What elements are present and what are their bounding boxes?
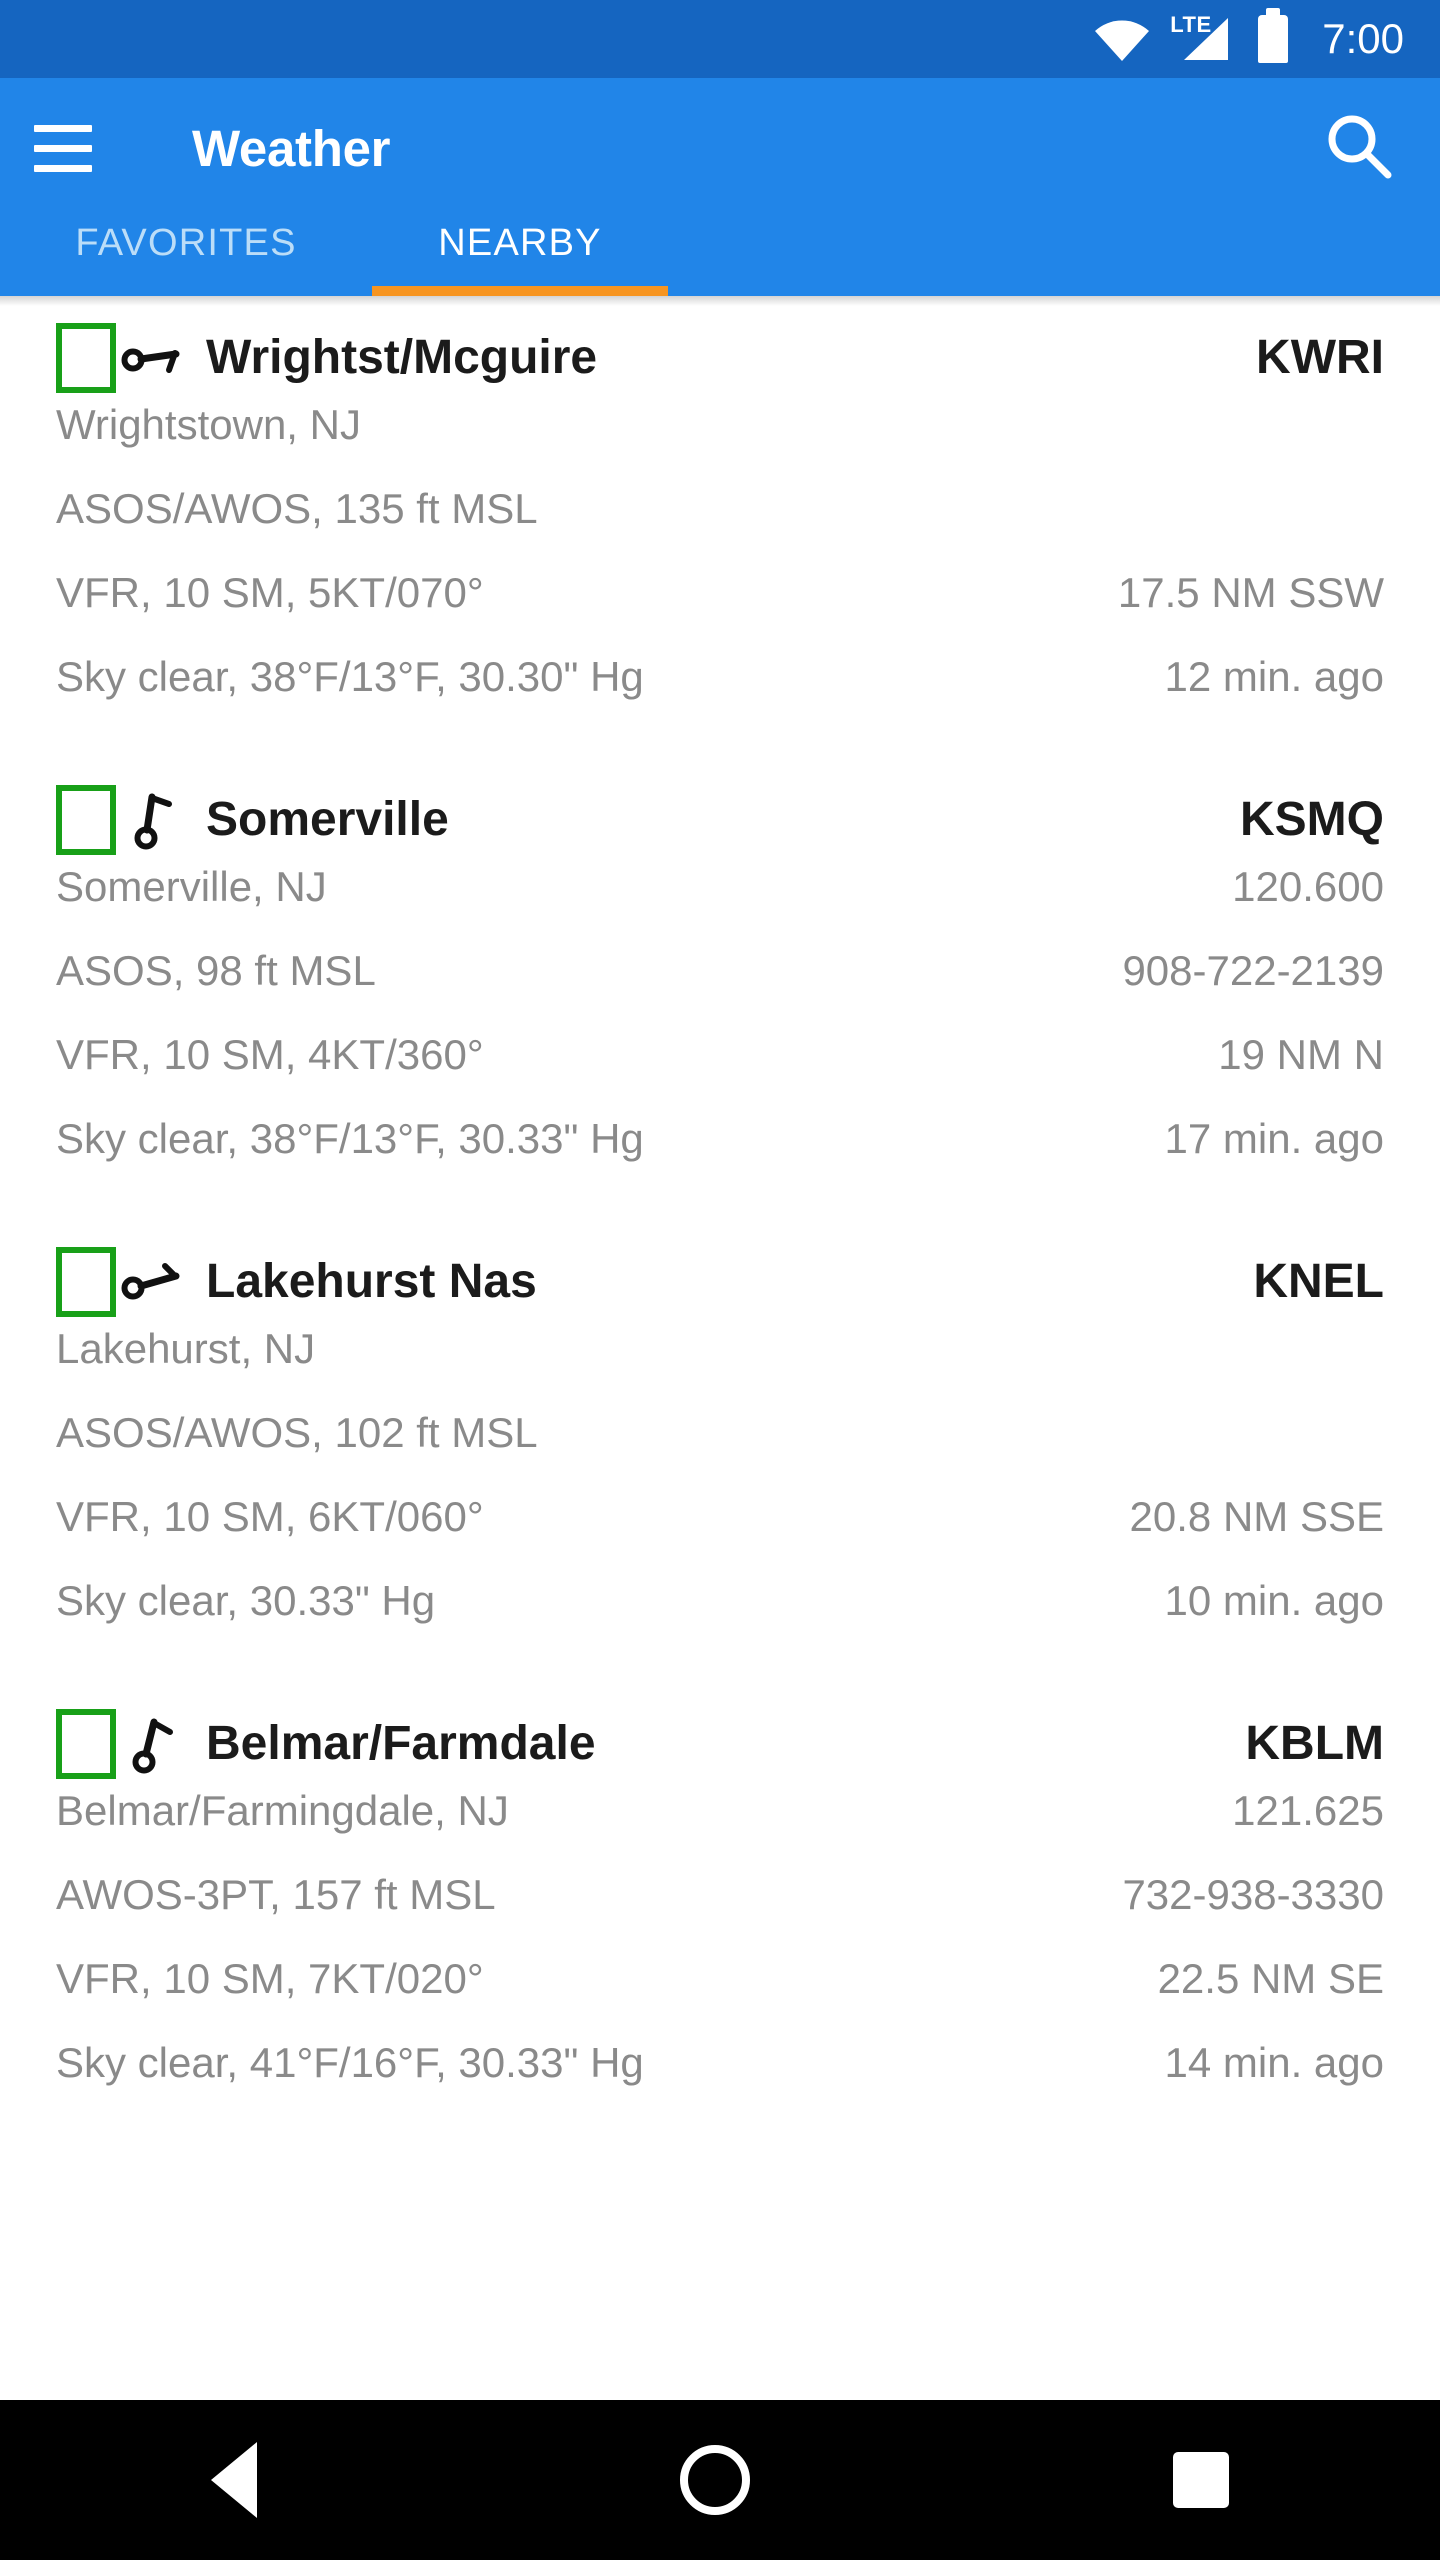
station-updated: 10 min. ago	[1164, 1577, 1384, 1624]
station-city: Wrightstown, NJ	[56, 401, 361, 448]
station-conditions: VFR, 10 SM, 6KT/060°	[56, 1493, 484, 1540]
back-triangle-icon[interactable]	[211, 2442, 258, 2518]
tab-nearby-label: NEARBY	[438, 222, 602, 264]
station-sky: Sky clear, 38°F/13°F, 30.30" Hg	[56, 653, 644, 700]
station-city: Somerville, NJ	[56, 863, 327, 910]
tab-favorites[interactable]: FAVORITES	[0, 218, 372, 296]
station-equipment: AWOS-3PT, 157 ft MSL	[56, 1871, 496, 1918]
station-updated: 14 min. ago	[1164, 2039, 1384, 2086]
list-item[interactable]: Belmar/Farmdale KBLM Belmar/Farmingdale,…	[0, 1698, 1440, 2126]
station-name: Belmar/Farmdale	[206, 1717, 596, 1770]
station-identifier: KWRI	[1256, 331, 1384, 384]
station-conditions-row: VFR, 10 SM, 4KT/360° 19 NM N	[56, 1034, 1384, 1118]
station-frequency: 121.625	[1232, 1787, 1384, 1834]
station-header: Belmar/Farmdale KBLM	[56, 1698, 1384, 1790]
search-button[interactable]	[1322, 109, 1406, 188]
station-header: Wrightst/Mcguire KWRI	[56, 312, 1384, 404]
tab-favorites-label: FAVORITES	[75, 222, 297, 264]
station-header: Lakehurst Nas KNEL	[56, 1236, 1384, 1328]
station-sky-row: Sky clear, 30.33" Hg 10 min. ago	[56, 1580, 1384, 1664]
home-circle-icon[interactable]	[679, 2445, 750, 2515]
station-city-row: Somerville, NJ 120.600	[56, 866, 1384, 950]
station-name: Wrightst/Mcguire	[206, 331, 598, 384]
android-navigation-bar	[0, 2400, 1440, 2560]
runway-horizontal-icon	[121, 1263, 180, 1300]
runway-horizontal-icon	[121, 348, 180, 373]
station-city-row: Wrightstown, NJ	[56, 404, 1384, 488]
favorite-checkbox[interactable]	[56, 1709, 116, 1779]
station-city-row: Lakehurst, NJ	[56, 1328, 1384, 1412]
station-updated: 17 min. ago	[1164, 1115, 1384, 1162]
station-conditions: VFR, 10 SM, 5KT/070°	[56, 569, 484, 616]
app-toolbar: Weather FAVORITES NEARBY	[0, 78, 1440, 296]
station-phone: 732-938-3330	[1122, 1871, 1384, 1918]
station-distance: 19 NM N	[1218, 1031, 1384, 1078]
station-header: Somerville KSMQ	[56, 774, 1384, 866]
station-conditions-row: VFR, 10 SM, 7KT/020° 22.5 NM SE	[56, 1958, 1384, 2042]
app-root: LTE 7:00 Weather FAVORITES NEARBY Wright…	[0, 0, 1440, 2560]
station-identifier: KNEL	[1253, 1255, 1384, 1308]
station-identifier: KSMQ	[1240, 793, 1384, 846]
tab-nearby[interactable]: NEARBY	[372, 218, 668, 296]
station-equipment-row: ASOS, 98 ft MSL 908-722-2139	[56, 950, 1384, 1034]
station-updated: 12 min. ago	[1164, 653, 1384, 700]
tab-active-indicator	[372, 286, 668, 296]
station-conditions: VFR, 10 SM, 7KT/020°	[56, 1955, 484, 2002]
station-city-row: Belmar/Farmingdale, NJ 121.625	[56, 1790, 1384, 1874]
station-name: Lakehurst Nas	[206, 1255, 537, 1308]
station-distance: 17.5 NM SSW	[1117, 569, 1384, 616]
toolbar-top-row: Weather	[0, 78, 1440, 218]
runway-vertical-icon	[132, 1718, 173, 1774]
page-title: Weather	[192, 119, 391, 177]
station-equipment-row: AWOS-3PT, 157 ft MSL 732-938-3330	[56, 1874, 1384, 1958]
station-equipment-row: ASOS/AWOS, 135 ft MSL	[56, 488, 1384, 572]
list-item[interactable]: Wrightst/Mcguire KWRI Wrightstown, NJ AS…	[0, 296, 1440, 740]
station-city: Belmar/Farmingdale, NJ	[56, 1787, 509, 1834]
station-city: Lakehurst, NJ	[56, 1325, 316, 1372]
station-equipment: ASOS, 98 ft MSL	[56, 947, 376, 994]
list-item[interactable]: Somerville KSMQ Somerville, NJ 120.600 A…	[0, 774, 1440, 1202]
station-sky-row: Sky clear, 41°F/16°F, 30.33" Hg 14 min. …	[56, 2042, 1384, 2126]
cell-signal-icon: LTE	[1170, 12, 1232, 62]
station-identifier: KBLM	[1245, 1717, 1384, 1770]
wifi-icon	[1094, 17, 1150, 61]
station-conditions-row: VFR, 10 SM, 6KT/060° 20.8 NM SSE	[56, 1496, 1384, 1580]
list-item[interactable]: Lakehurst Nas KNEL Lakehurst, NJ ASOS/AW…	[0, 1236, 1440, 1664]
station-list[interactable]: Wrightst/Mcguire KWRI Wrightstown, NJ AS…	[0, 296, 1440, 2400]
station-sky-row: Sky clear, 38°F/13°F, 30.33" Hg 17 min. …	[56, 1118, 1384, 1202]
runway-vertical-icon	[134, 793, 172, 850]
favorite-checkbox[interactable]	[56, 323, 116, 393]
station-phone: 908-722-2139	[1122, 947, 1384, 994]
station-conditions-row: VFR, 10 SM, 5KT/070° 17.5 NM SSW	[56, 572, 1384, 656]
station-equipment-row: ASOS/AWOS, 102 ft MSL	[56, 1412, 1384, 1496]
station-equipment: ASOS/AWOS, 135 ft MSL	[56, 485, 538, 532]
tab-bar: FAVORITES NEARBY	[0, 218, 1440, 296]
search-icon	[1328, 115, 1392, 178]
station-conditions: VFR, 10 SM, 4KT/360°	[56, 1031, 484, 1078]
station-distance: 22.5 NM SE	[1157, 1955, 1384, 2002]
station-name: Somerville	[206, 793, 449, 846]
station-distance: 20.8 NM SSE	[1129, 1493, 1384, 1540]
battery-full-icon	[1258, 8, 1289, 63]
network-type-label: LTE	[1170, 12, 1212, 37]
station-sky-row: Sky clear, 38°F/13°F, 30.30" Hg 12 min. …	[56, 656, 1384, 740]
status-bar-clock: 7:00	[1322, 15, 1404, 62]
recents-square-icon[interactable]	[1172, 2452, 1229, 2508]
hamburger-menu-icon[interactable]	[34, 117, 96, 179]
favorite-checkbox[interactable]	[56, 785, 116, 855]
favorite-checkbox[interactable]	[56, 1247, 116, 1317]
station-sky: Sky clear, 30.33" Hg	[56, 1577, 436, 1624]
station-sky: Sky clear, 38°F/13°F, 30.33" Hg	[56, 1115, 644, 1162]
status-bar: LTE 7:00	[0, 0, 1440, 78]
station-frequency: 120.600	[1232, 863, 1384, 910]
station-sky: Sky clear, 41°F/16°F, 30.33" Hg	[56, 2039, 644, 2086]
station-equipment: ASOS/AWOS, 102 ft MSL	[56, 1409, 538, 1456]
